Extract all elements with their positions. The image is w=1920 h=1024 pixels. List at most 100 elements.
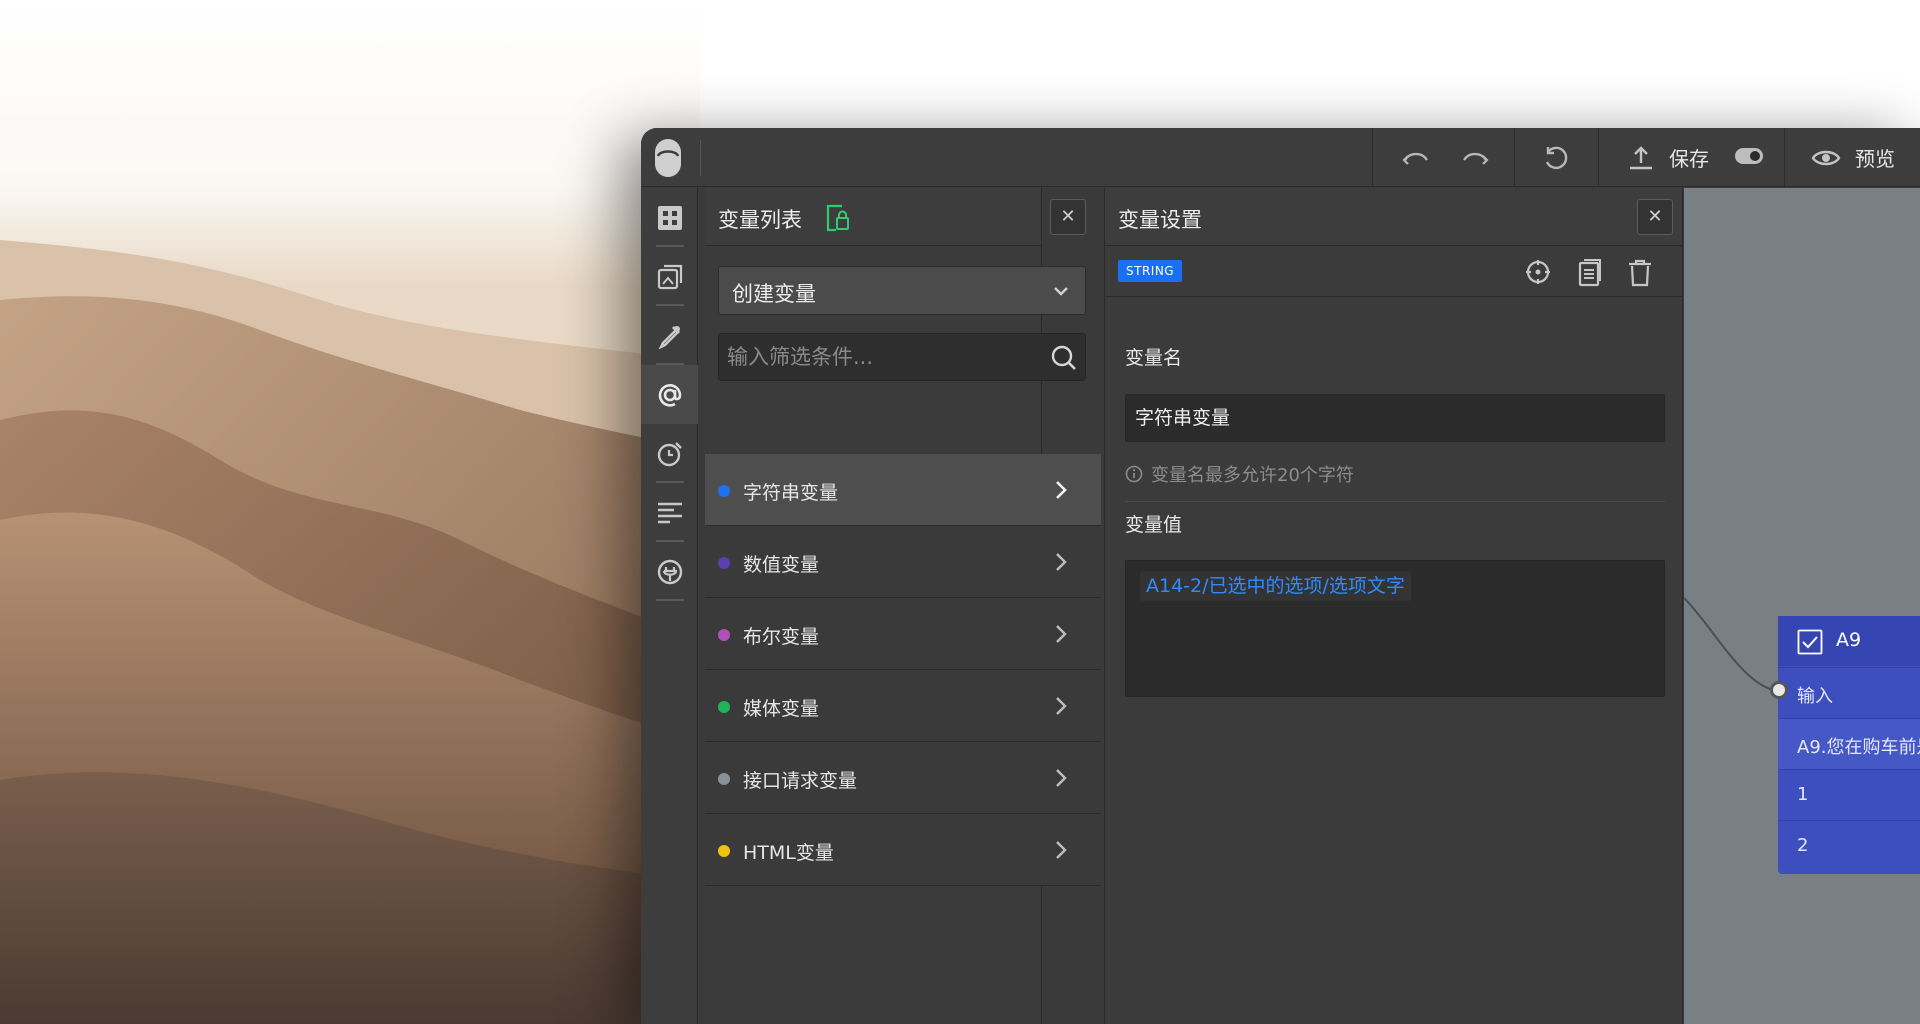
- grid-icon: [657, 205, 682, 230]
- chevron-right-icon: [1056, 841, 1067, 859]
- toolbar-separator: [700, 140, 701, 176]
- node-input-port[interactable]: [1770, 681, 1788, 699]
- panel-title: 变量列表: [718, 208, 802, 232]
- variable-type-label: 布尔变量: [743, 626, 820, 648]
- variable-list-header: 变量列表 ✕: [705, 188, 1086, 246]
- locate-icon[interactable]: [1525, 259, 1551, 285]
- close-icon: ✕: [1060, 206, 1076, 227]
- variable-type-boolean[interactable]: 布尔变量: [705, 598, 1101, 670]
- upload-icon: [1630, 145, 1652, 169]
- undo-button[interactable]: [1397, 128, 1435, 187]
- tool-rail: [641, 188, 698, 1024]
- node-input-label: 输入: [1797, 686, 1833, 707]
- node-question-text: A9.您在购车前是否就: [1797, 737, 1920, 758]
- node-option-row[interactable]: 2: [1778, 820, 1920, 871]
- boolean-dot-icon: [718, 629, 730, 641]
- divider: [1125, 501, 1665, 502]
- reset-button[interactable]: [1538, 128, 1574, 187]
- connector-line: [1684, 597, 1780, 692]
- app-window: 保存 预览 变量列表 ✕ 创建变量 输入筛选条件... 字符串变量 数值变量 布…: [641, 128, 1920, 1024]
- redo-button[interactable]: [1456, 128, 1494, 187]
- preview-label: 预览: [1855, 147, 1895, 171]
- redo-icon: [1463, 152, 1489, 165]
- close-icon: ✕: [1647, 206, 1663, 227]
- variable-list-panel: 变量列表 ✕ 创建变量 输入筛选条件... 字符串变量 数值变量 布尔变量 媒体…: [705, 188, 1101, 1024]
- variable-settings-panel: 变量设置 ✕ STRING 变量名 字符串变量 变量名最多允许20个字符 变量值…: [1104, 188, 1683, 1024]
- variable-type-label: HTML变量: [743, 842, 834, 864]
- variable-name-input[interactable]: 字符串变量: [1125, 394, 1665, 442]
- top-toolbar: 保存 预览: [641, 128, 1920, 187]
- rail-item-pages[interactable]: [641, 247, 698, 306]
- node-option-row[interactable]: 1: [1778, 769, 1920, 820]
- variable-type-label: 数值变量: [743, 554, 820, 576]
- chevron-right-icon: [1056, 553, 1067, 571]
- timer-icon: [657, 441, 682, 466]
- toolbar-divider: [1514, 128, 1515, 187]
- search-icon[interactable]: [1051, 345, 1077, 371]
- pages-icon: [657, 264, 682, 289]
- rotate-ccw-icon: [1545, 146, 1568, 169]
- preview-button[interactable]: 预览: [1811, 128, 1919, 187]
- rail-item-outline[interactable]: [641, 483, 698, 542]
- variable-type-api[interactable]: 接口请求变量: [705, 742, 1101, 814]
- close-variable-list-button[interactable]: ✕: [1050, 199, 1086, 235]
- variable-type-string[interactable]: 字符串变量: [705, 454, 1101, 526]
- align-left-icon: [657, 502, 682, 523]
- lock-icon[interactable]: [826, 204, 850, 236]
- variable-type-label: 字符串变量: [743, 482, 839, 504]
- filter-box: [718, 333, 1086, 381]
- rail-item-plugins[interactable]: [641, 542, 698, 601]
- string-dot-icon: [718, 485, 730, 497]
- variable-settings-header: 变量设置 ✕: [1105, 188, 1682, 246]
- variable-type-label: 媒体变量: [743, 698, 820, 720]
- question-node-a9[interactable]: A9 输入 A9.您在购车前是否就 1 2: [1778, 616, 1920, 874]
- eye-icon: [1811, 150, 1841, 165]
- create-variable-dropdown[interactable]: 创建变量: [718, 266, 1086, 315]
- variable-type-label: 接口请求变量: [743, 770, 858, 792]
- chevron-down-icon: [1054, 287, 1068, 296]
- panel-title: 变量设置: [1118, 208, 1202, 232]
- name-hint-text: 变量名最多允许20个字符: [1151, 465, 1354, 486]
- toolbar-divider: [1784, 128, 1785, 187]
- at-sign-icon: [658, 383, 681, 407]
- variable-type-html[interactable]: HTML变量: [705, 814, 1101, 886]
- node-input-row: 输入: [1778, 667, 1920, 718]
- name-hint: 变量名最多允许20个字符: [1125, 461, 1354, 487]
- variable-reference-chip[interactable]: A14-2/已选中的选项/选项文字: [1140, 571, 1411, 601]
- undo-icon: [1402, 152, 1428, 165]
- app-logo-icon: [654, 138, 682, 178]
- chevron-right-icon: [1056, 697, 1067, 715]
- save-label: 保存: [1669, 147, 1709, 171]
- variable-type-number[interactable]: 数值变量: [705, 526, 1101, 598]
- filter-input[interactable]: [719, 334, 1039, 380]
- autosave-toggle[interactable]: [1735, 148, 1763, 164]
- rail-item-variables[interactable]: [641, 365, 698, 424]
- number-dot-icon: [718, 557, 730, 569]
- toolbar-divider: [1598, 128, 1599, 187]
- chevron-right-icon: [1056, 769, 1067, 787]
- save-button[interactable]: 保存: [1627, 128, 1727, 187]
- media-dot-icon: [718, 701, 730, 713]
- chevron-right-icon: [1056, 481, 1067, 499]
- flow-canvas[interactable]: A9 输入 A9.您在购车前是否就 1 2: [1684, 188, 1920, 1024]
- copy-icon[interactable]: [1578, 259, 1602, 287]
- variable-type-media[interactable]: 媒体变量: [705, 670, 1101, 742]
- variable-value-editor[interactable]: A14-2/已选中的选项/选项文字: [1125, 560, 1665, 697]
- eyedropper-icon: [658, 325, 680, 349]
- close-settings-button[interactable]: ✕: [1637, 199, 1673, 235]
- node-title: A9: [1836, 629, 1862, 651]
- node-option-label: 1: [1797, 784, 1809, 805]
- chevron-right-icon: [1056, 625, 1067, 643]
- trash-icon[interactable]: [1628, 259, 1652, 287]
- name-label: 变量名: [1125, 347, 1183, 369]
- node-header: A9: [1778, 616, 1920, 666]
- api-dot-icon: [718, 773, 730, 785]
- create-variable-label: 创建变量: [732, 282, 816, 306]
- toolbar-divider: [1372, 128, 1373, 187]
- node-question-row: A9.您在购车前是否就: [1778, 718, 1920, 769]
- node-option-label: 2: [1797, 835, 1809, 856]
- rail-item-components[interactable]: [641, 188, 698, 247]
- rail-item-timer[interactable]: [641, 424, 698, 483]
- checkbox-icon: [1797, 629, 1823, 655]
- rail-item-style[interactable]: [641, 306, 698, 365]
